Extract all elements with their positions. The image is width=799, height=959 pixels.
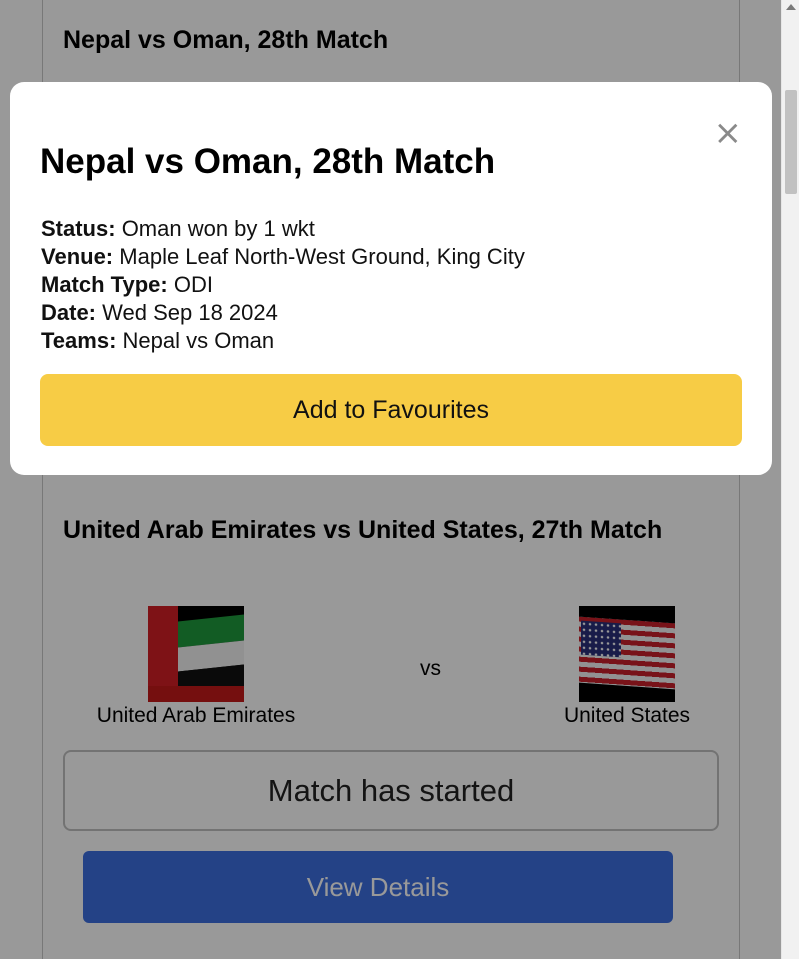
add-to-favourites-button[interactable]: Add to Favourites	[40, 374, 742, 446]
detail-teams: Teams: Nepal vs Oman	[41, 327, 525, 355]
scrollbar-thumb[interactable]	[785, 90, 797, 194]
detail-label: Status:	[41, 216, 116, 241]
detail-value: ODI	[173, 272, 213, 297]
detail-value: Oman won by 1 wkt	[121, 216, 315, 241]
detail-venue: Venue: Maple Leaf North-West Ground, Kin…	[41, 243, 525, 271]
modal-title: Nepal vs Oman, 28th Match	[40, 142, 496, 181]
close-icon[interactable]: ×	[714, 116, 743, 150]
detail-date: Date: Wed Sep 18 2024	[41, 299, 525, 327]
detail-label: Match Type:	[41, 272, 168, 297]
scroll-up-arrow-icon[interactable]	[786, 4, 796, 10]
detail-match-type: Match Type: ODI	[41, 271, 525, 299]
detail-status: Status: Oman won by 1 wkt	[41, 215, 525, 243]
detail-value: Nepal vs Oman	[122, 328, 275, 353]
match-details-modal: × Nepal vs Oman, 28th Match Status: Oman…	[10, 82, 772, 475]
detail-label: Date:	[41, 300, 97, 325]
detail-label: Teams:	[41, 328, 117, 353]
detail-value: Maple Leaf North-West Ground, King City	[119, 244, 525, 269]
detail-value: Wed Sep 18 2024	[102, 300, 278, 325]
detail-label: Venue:	[41, 244, 114, 269]
match-details-list: Status: Oman won by 1 wkt Venue: Maple L…	[41, 215, 525, 355]
page-scrollbar[interactable]	[781, 0, 799, 959]
